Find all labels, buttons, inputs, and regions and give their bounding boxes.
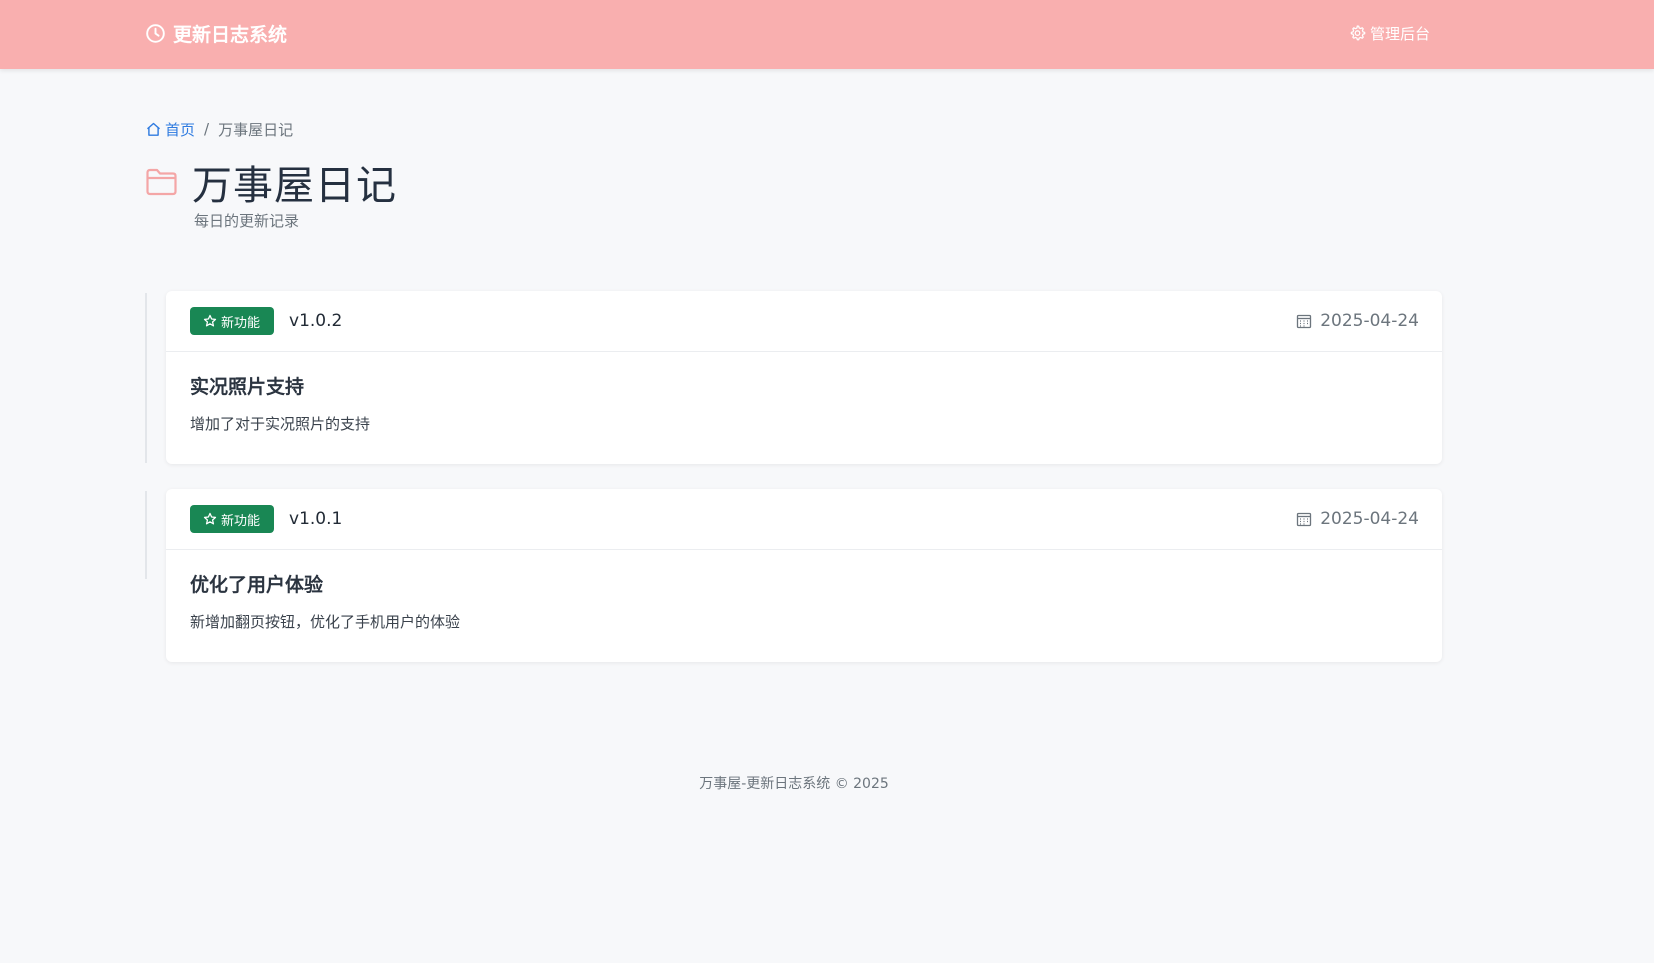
badge-label: 新功能 xyxy=(221,315,261,331)
entry-date-text: 2025-04-24 xyxy=(1320,509,1419,529)
breadcrumb-separator: / xyxy=(204,120,210,138)
changelog-card: 新功能 v1.0.2 2025-04-24 实况照片支持 增加了对于实况照片的支… xyxy=(166,291,1442,464)
breadcrumb-home-link[interactable]: 首页 xyxy=(145,119,195,140)
badge-label: 新功能 xyxy=(221,513,261,529)
admin-link[interactable]: 管理后台 xyxy=(1349,0,1430,66)
home-icon xyxy=(145,121,162,138)
page-header: 万事屋日记 xyxy=(145,156,397,209)
page-title: 万事屋日记 xyxy=(192,163,397,209)
card-body: 优化了用户体验 新增加翻页按钮，优化了手机用户的体验 xyxy=(166,550,1442,632)
changelog-entry: 新功能 v1.0.2 2025-04-24 实况照片支持 增加了对于实况照片的支… xyxy=(145,291,1445,465)
entry-title: 实况照片支持 xyxy=(190,376,305,398)
breadcrumb-current: 万事屋日记 xyxy=(218,120,294,139)
type-badge: 新功能 xyxy=(190,307,275,335)
changelog-entry: 新功能 v1.0.1 2025-04-24 优化了用户体验 新增加翻页按钮，优化… xyxy=(145,489,1445,663)
version-label: v1.0.2 xyxy=(289,311,343,331)
page-subtitle: 每日的更新记录 xyxy=(194,212,300,230)
star-icon xyxy=(203,512,217,526)
footer-copyright: 万事屋-更新日志系统 © 2025 xyxy=(699,776,889,792)
top-navbar: 更新日志系统 管理后台 xyxy=(0,0,1654,69)
entry-date: 2025-04-24 xyxy=(1296,489,1419,549)
breadcrumb: 首页 / 万事屋日记 xyxy=(145,117,293,141)
entry-date-text: 2025-04-24 xyxy=(1320,311,1419,331)
timeline-rail xyxy=(145,491,147,579)
calendar-icon xyxy=(1296,511,1312,527)
entry-date: 2025-04-24 xyxy=(1296,291,1419,351)
changelog-card: 新功能 v1.0.1 2025-04-24 优化了用户体验 新增加翻页按钮，优化… xyxy=(166,489,1442,662)
calendar-icon xyxy=(1296,313,1312,329)
card-header: 新功能 v1.0.1 2025-04-24 xyxy=(166,489,1442,550)
card-header: 新功能 v1.0.2 2025-04-24 xyxy=(166,291,1442,352)
admin-label: 管理后台 xyxy=(1370,24,1431,43)
entry-description: 增加了对于实况照片的支持 xyxy=(190,415,371,433)
timeline-rail xyxy=(145,293,147,463)
brand-title: 更新日志系统 xyxy=(173,23,288,46)
entry-description: 新增加翻页按钮，优化了手机用户的体验 xyxy=(190,613,461,631)
version-label: v1.0.1 xyxy=(289,509,343,529)
brand-link[interactable]: 更新日志系统 xyxy=(145,0,287,66)
clock-icon xyxy=(145,23,166,44)
changelog-timeline: 新功能 v1.0.2 2025-04-24 实况照片支持 增加了对于实况照片的支… xyxy=(145,291,1445,687)
entry-title: 优化了用户体验 xyxy=(190,574,324,596)
card-body: 实况照片支持 增加了对于实况照片的支持 xyxy=(166,352,1442,434)
gear-icon xyxy=(1349,24,1366,42)
star-icon xyxy=(203,314,217,328)
folder-icon xyxy=(145,167,178,197)
type-badge: 新功能 xyxy=(190,505,275,533)
breadcrumb-home-label: 首页 xyxy=(165,120,196,139)
